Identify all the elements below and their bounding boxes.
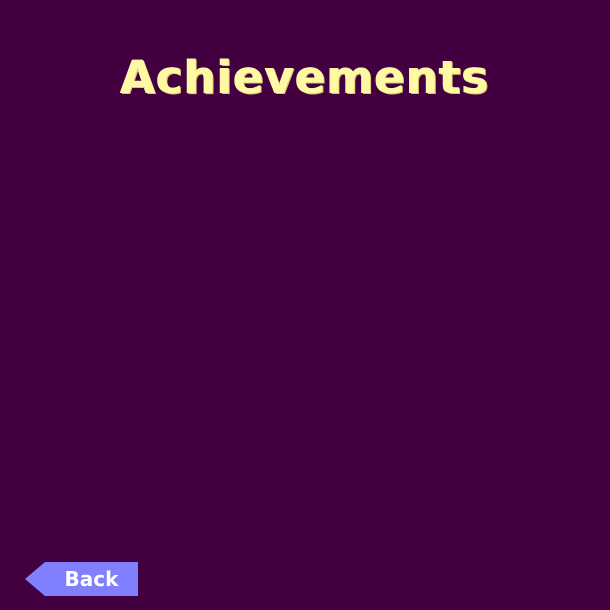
achievements-screen: Achievements Back — [0, 0, 610, 610]
back-button[interactable]: Back — [25, 562, 138, 596]
back-button-label: Back — [64, 567, 119, 591]
page-title: Achievements — [120, 51, 490, 104]
left-arrow-icon — [25, 562, 45, 596]
